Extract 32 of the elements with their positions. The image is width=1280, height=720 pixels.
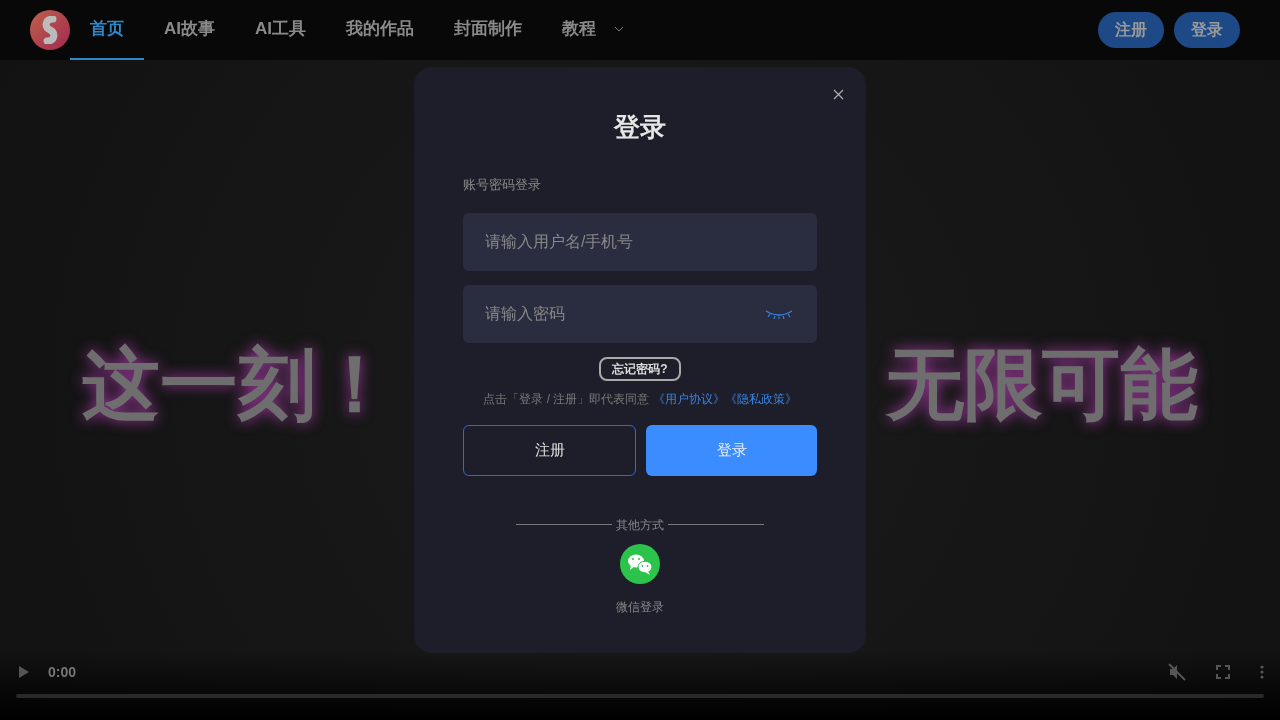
time-text: 0:00	[48, 662, 77, 682]
section-label: 账号密码登录	[463, 176, 541, 194]
progress-track[interactable]	[16, 694, 1264, 698]
divider-label: 其他方式	[616, 516, 664, 534]
close-icon[interactable]	[833, 89, 844, 100]
agreement-text: 点击「登录 / 注册」即代表同意 《用户协议》《隐私政策》	[483, 390, 797, 408]
more-options-icon[interactable]	[1260, 665, 1264, 679]
nav-dropdown[interactable]: 教程	[542, 0, 644, 60]
forgot-password-link[interactable]: 忘记密码?	[599, 356, 681, 381]
closed-eye-icon[interactable]	[765, 308, 793, 319]
login-button[interactable]: 登录	[646, 424, 817, 476]
fullscreen-icon[interactable]	[1216, 665, 1230, 679]
chevron-down-icon	[614, 26, 624, 32]
headline-text: 无限可能	[886, 339, 1198, 430]
nav-link[interactable]: 我的作品	[326, 0, 434, 60]
nav-link[interactable]: AI故事	[144, 0, 235, 60]
logo-icon[interactable]	[30, 10, 70, 50]
header-button[interactable]: 注册	[1098, 12, 1164, 48]
muted-speaker-icon[interactable]	[1168, 663, 1186, 681]
wechat-icon[interactable]	[620, 543, 660, 584]
dialog-title: 登录	[614, 111, 666, 144]
header-button[interactable]: 登录	[1174, 12, 1240, 48]
password-field[interactable]: 请输入密码	[463, 284, 817, 343]
username-field[interactable]: 请输入用户名/手机号	[463, 212, 817, 271]
headline-text: 这一刻！	[82, 339, 394, 430]
nav-link[interactable]: 封面制作	[434, 0, 542, 60]
register-button[interactable]: 注册	[463, 424, 636, 476]
social-login-label[interactable]: 微信登录	[616, 597, 664, 616]
policy-link[interactable]: 《用户协议》	[652, 391, 725, 406]
play-icon[interactable]	[18, 665, 30, 679]
policy-link[interactable]: 《隐私政策》	[724, 391, 797, 406]
nav-link[interactable]: AI工具	[235, 0, 326, 60]
